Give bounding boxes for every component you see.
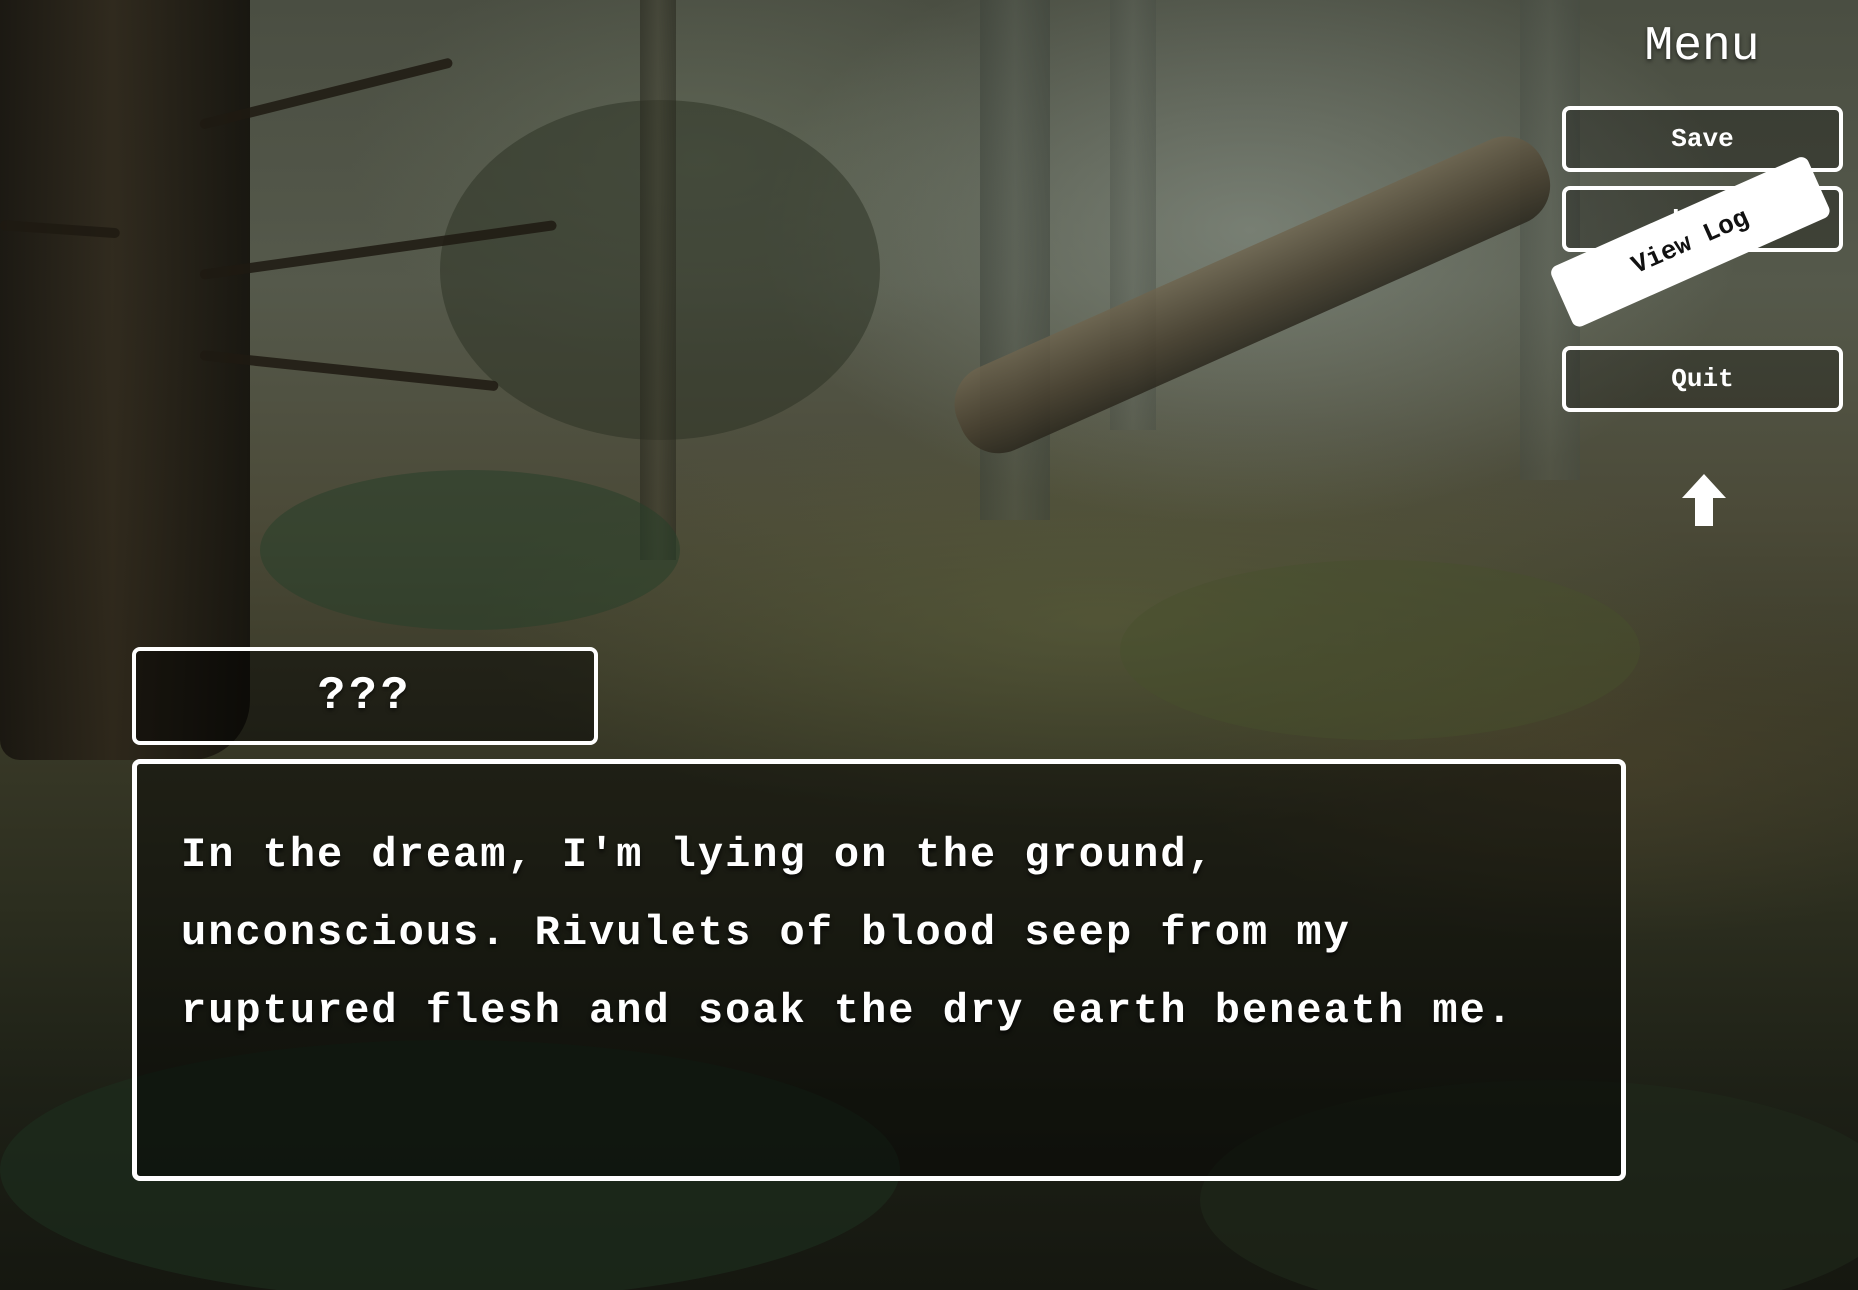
speaker-name: ??? <box>317 670 413 722</box>
dialogue-line: unconscious. Rivulets of blood seep from… <box>181 909 1351 957</box>
dialogue-line: In the dream, I'm lying on the ground, <box>181 831 1215 879</box>
game-scene[interactable]: Menu Save Load View Log Quit ??? In the … <box>0 0 1858 1290</box>
background-tree-trunk <box>0 0 250 760</box>
background-tree-trunk <box>640 0 676 560</box>
dialogue-text: In the dream, I'm lying on the ground, u… <box>181 816 1581 1050</box>
arrow-up-icon[interactable] <box>1682 474 1726 526</box>
quit-button[interactable]: Quit <box>1562 346 1843 412</box>
menu-title: Menu <box>1644 20 1760 74</box>
dialogue-line: ruptured flesh and soak the dry earth be… <box>181 987 1515 1035</box>
background-foliage <box>260 470 680 630</box>
speaker-name-box: ??? <box>132 647 598 745</box>
dialogue-box[interactable]: In the dream, I'm lying on the ground, u… <box>132 759 1626 1181</box>
background-foliage <box>1120 560 1640 740</box>
